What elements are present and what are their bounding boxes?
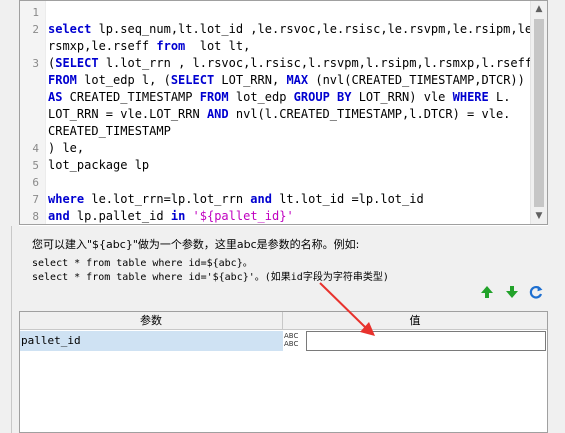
scroll-down-arrow-icon[interactable]: ▼	[531, 208, 547, 224]
sql-token: CREATED_TIMESTAMP	[48, 124, 171, 138]
code-line[interactable]: 1	[20, 4, 530, 21]
sql-token: ) le,	[48, 141, 85, 155]
parameters-grid: 参数 值 pallet_id ABC ABC	[19, 311, 548, 433]
code-text[interactable]: select lp.seq_num,lt.lot_id ,le.rsvoc,le…	[48, 21, 539, 38]
hint-line-3: select * from table where id='${abc}'。(如…	[32, 272, 389, 283]
sql-keyword: AS	[48, 90, 63, 104]
scroll-up-arrow-icon[interactable]: ▲	[531, 1, 547, 17]
line-number: 6	[32, 176, 39, 189]
code-text[interactable]: AS CREATED_TIMESTAMP FROM lot_edp GROUP …	[48, 89, 510, 106]
code-line[interactable]: 6	[20, 174, 530, 191]
code-line[interactable]: 5 lot_package lp	[20, 157, 530, 174]
sql-token: LOT_RRN,	[214, 73, 287, 87]
arrow-down-icon[interactable]	[503, 284, 521, 302]
code-text[interactable]: lot_package lp	[48, 157, 149, 174]
line-number: 7	[32, 193, 39, 206]
abc-type-icon[interactable]: ABC ABC	[284, 332, 304, 350]
sql-token: CREATED_TIMESTAMP	[62, 90, 200, 104]
arrow-up-icon[interactable]	[478, 284, 496, 302]
line-number: 3	[32, 57, 39, 70]
code-line[interactable]: 2 select lp.seq_num,lt.lot_id ,le.rsvoc,l…	[20, 21, 539, 38]
scrollbar-thumb[interactable]	[534, 19, 544, 207]
type-icon-label-top: ABC	[284, 332, 299, 340]
window-left-edge	[0, 0, 19, 433]
param-name-cell[interactable]: pallet_id	[20, 331, 283, 351]
code-text[interactable]: FROM lot_edp l, (SELECT LOT_RRN, MAX (nv…	[48, 72, 525, 89]
hint-line-1: 您可以建入"${abc}"做为一个参数，这里abc是参数的名称。例如:	[32, 238, 360, 251]
code-line[interactable]: rsmxp,le.rseff from lot lt,	[20, 38, 530, 55]
sql-token: lp.pallet_id	[69, 209, 171, 223]
sql-keyword: where	[48, 192, 85, 206]
code-text[interactable]: and lp.pallet_id in '${pallet_id}'	[48, 208, 294, 224]
sql-keyword: from	[156, 39, 186, 53]
code-line[interactable]: CREATED_TIMESTAMP	[20, 123, 530, 140]
sql-token: lt.lot_id =lp.lot_id	[271, 192, 424, 206]
code-text[interactable]: where le.lot_rrn=lp.lot_rrn and lt.lot_i…	[48, 191, 424, 208]
code-text[interactable]: ) le,	[48, 140, 84, 157]
window-right-edge	[548, 0, 565, 433]
sql-keyword: in	[170, 209, 186, 223]
sql-token: l.lot_rrn , l.rsvoc,l.rsisc,l.rsvpm,l.rs…	[98, 56, 533, 70]
sql-keyword: WHERE	[452, 90, 489, 104]
refresh-icon[interactable]	[527, 284, 545, 302]
line-number: 1	[32, 6, 39, 19]
divider	[11, 226, 12, 433]
sql-keyword: SELECT	[55, 56, 99, 70]
type-icon-label-bottom: ABC	[284, 340, 299, 348]
code-text[interactable]: LOT_RRN = vle.LOT_RRN AND nvl(l.CREATED_…	[48, 106, 510, 123]
sql-token: LOT_RRN = vle.LOT_RRN	[48, 107, 207, 121]
sql-token: (nvl(CREATED_TIMESTAMP,DTCR))	[308, 73, 525, 87]
column-header-value[interactable]: 值	[283, 312, 547, 330]
sql-token: lp.seq_num,lt.lot_id ,le.rsvoc,le.rsisc,…	[91, 22, 540, 36]
code-line[interactable]: 3 (SELECT l.lot_rrn , l.rsvoc,l.rsisc,l.r…	[20, 55, 532, 72]
code-line[interactable]: FROM lot_edp l, (SELECT LOT_RRN, MAX (nv…	[20, 72, 530, 89]
hint-line-2: select * from table where id=${abc}。	[32, 258, 253, 269]
table-row[interactable]: pallet_id ABC ABC	[20, 331, 547, 351]
line-number: 2	[32, 23, 39, 36]
code-text[interactable]: (SELECT l.lot_rrn , l.rsvoc,l.rsisc,l.rs…	[48, 55, 532, 72]
sql-editor[interactable]: 1 2 select lp.seq_num,lt.lot_id ,le.rsvoc,…	[19, 0, 548, 225]
sql-token: lot_edp l, (	[76, 73, 171, 87]
sql-token: LOT_RRN) vle	[351, 90, 453, 104]
code-text[interactable]: rsmxp,le.rseff from lot lt,	[48, 38, 250, 55]
line-number: 5	[32, 159, 39, 172]
sql-token: L.	[488, 90, 511, 104]
code-line[interactable]: LOT_RRN = vle.LOT_RRN AND nvl(l.CREATED_…	[20, 106, 530, 123]
sql-keyword: FROM	[199, 90, 229, 104]
param-value-input[interactable]	[306, 331, 546, 351]
sql-keyword: SELECT	[170, 73, 215, 87]
sql-keyword: and	[250, 192, 272, 206]
sql-token: nvl(l.CREATED_TIMESTAMP,l.DTCR) = vle.	[228, 107, 511, 121]
code-line[interactable]: 7 where le.lot_rrn=lp.lot_rrn and lt.lot_…	[20, 191, 530, 208]
code-line[interactable]: 4 ) le,	[20, 140, 530, 157]
sql-keyword: FROM	[48, 73, 77, 87]
sql-token: lot_package lp	[48, 158, 150, 172]
sql-keyword: GROUP BY	[293, 90, 352, 104]
code-text[interactable]: CREATED_TIMESTAMP	[48, 123, 171, 140]
code-line[interactable]: 8 and lp.pallet_id in '${pallet_id}'	[20, 208, 530, 224]
sql-token: lot lt,	[185, 39, 251, 53]
editor-vertical-scrollbar[interactable]: ▲ ▼	[530, 1, 547, 224]
sql-token: rsmxp,le.rseff	[48, 39, 157, 53]
code-line[interactable]: AS CREATED_TIMESTAMP FROM lot_edp GROUP …	[20, 89, 530, 106]
sql-keyword: select	[48, 22, 92, 36]
line-number: 8	[32, 210, 39, 223]
sql-keyword: and	[48, 209, 70, 223]
sql-token: lot_edp	[228, 90, 294, 104]
sql-keyword: MAX	[286, 73, 309, 87]
sql-keyword: AND	[206, 107, 229, 121]
column-header-name[interactable]: 参数	[20, 312, 283, 330]
sql-token: le.lot_rrn=lp.lot_rrn	[84, 192, 251, 206]
sql-string: '${pallet_id}'	[192, 209, 294, 223]
line-number: 4	[32, 142, 39, 155]
